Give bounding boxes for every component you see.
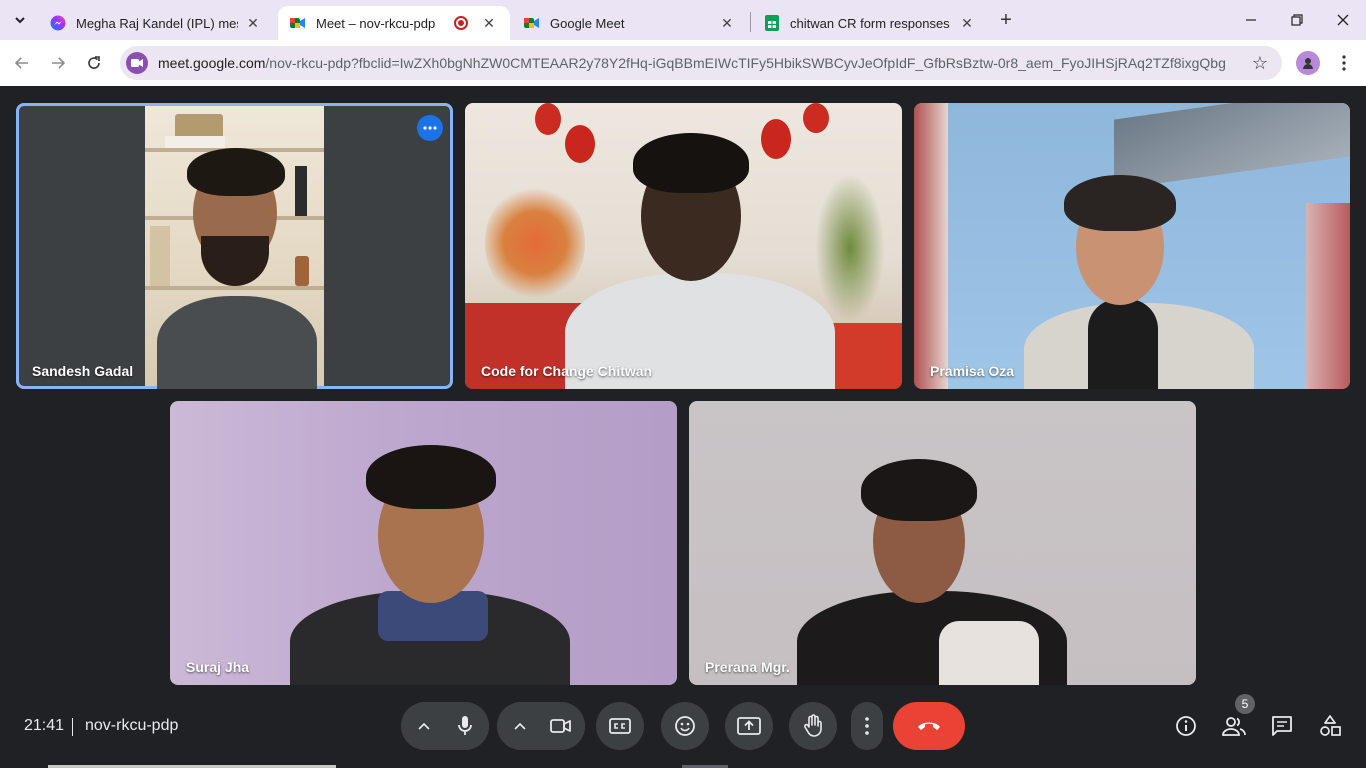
tab-title: Google Meet <box>550 15 625 31</box>
chevron-up-icon <box>514 722 526 730</box>
tab-title: Megha Raj Kandel (IPL) messag <box>76 15 238 31</box>
present-screen-icon <box>737 717 761 735</box>
video-options-button[interactable] <box>511 717 529 735</box>
reload-button[interactable] <box>80 49 108 77</box>
tab-meet-active[interactable]: Meet – nov-rkcu-pdp ✕ <box>278 6 510 40</box>
participant-figure <box>145 106 324 389</box>
tab-search-button[interactable] <box>6 6 34 34</box>
close-tab-icon[interactable]: ✕ <box>244 14 262 32</box>
more-options-button[interactable] <box>851 702 883 750</box>
participant-figure <box>170 401 677 685</box>
profile-avatar[interactable] <box>1296 51 1320 75</box>
participant-figure <box>689 401 1196 685</box>
meet-control-bar: 21:41 nov-rkcu-pdp 5 <box>0 686 1366 768</box>
participant-name: Sandesh Gadal <box>32 363 134 379</box>
url-host: meet.google.com <box>158 55 266 71</box>
tab-google-meet[interactable]: Google Meet ✕ <box>512 6 748 40</box>
tab-separator <box>750 12 751 32</box>
restore-icon <box>1291 14 1303 26</box>
participant-name: Pramisa Oza <box>930 363 1015 379</box>
close-tab-icon[interactable]: ✕ <box>718 14 736 32</box>
tab-google-sheets[interactable]: chitwan CR form responses - Go ✕ <box>752 6 988 40</box>
info-icon <box>1176 716 1196 736</box>
address-bar[interactable]: meet.google.com/nov-rkcu-pdp?fbclid=IwZX… <box>120 46 1282 80</box>
chevron-up-icon <box>418 722 430 730</box>
google-meet-icon <box>524 15 540 31</box>
forward-button[interactable] <box>44 49 72 77</box>
participant-tile-code-for-change[interactable]: Code for Change Chitwan <box>465 103 902 389</box>
reload-icon <box>88 56 100 69</box>
hang-up-phone-icon <box>918 722 940 730</box>
tab-title: chitwan CR form responses - Go <box>790 15 952 31</box>
url-path: /nov-rkcu-pdp?fbclid=IwZXh0bgNhZW0CMTEAA… <box>265 55 1226 71</box>
participant-name: Prerana Mgr. <box>705 659 790 675</box>
close-tab-icon[interactable]: ✕ <box>958 14 976 32</box>
raise-hand-button[interactable] <box>789 702 837 750</box>
shapes-icon <box>1320 715 1341 736</box>
hand-icon <box>804 714 822 737</box>
bookmark-star-icon[interactable]: ☆ <box>1250 53 1270 73</box>
present-screen-button[interactable] <box>725 702 773 750</box>
google-meet-icon <box>290 15 306 31</box>
close-window-button[interactable] <box>1320 0 1366 40</box>
microphone-icon <box>458 716 472 735</box>
google-meet-site-icon[interactable] <box>126 52 148 74</box>
meeting-clock: 21:41 <box>24 717 65 734</box>
chat-button[interactable] <box>1270 714 1294 738</box>
captions-button[interactable] <box>596 702 644 750</box>
browser-toolbar: meet.google.com/nov-rkcu-pdp?fbclid=IwZX… <box>0 40 1366 86</box>
meeting-code: nov-rkcu-pdp <box>85 717 179 734</box>
camera-button[interactable] <box>537 702 585 750</box>
new-tab-button[interactable]: + <box>994 8 1018 32</box>
google-sheets-icon <box>764 15 780 31</box>
divider <box>72 718 73 736</box>
back-button[interactable] <box>8 49 36 77</box>
audio-options-button[interactable] <box>415 717 433 735</box>
participant-more-options-button[interactable] <box>417 115 443 141</box>
messenger-icon <box>50 15 66 31</box>
browser-menu-icon[interactable] <box>1332 51 1356 75</box>
closed-captions-icon <box>609 718 631 734</box>
video-camera-icon <box>550 719 571 733</box>
chevron-down-icon <box>15 17 25 24</box>
emoji-icon <box>675 716 695 736</box>
url-text[interactable]: meet.google.com/nov-rkcu-pdp?fbclid=IwZX… <box>158 55 1238 71</box>
participant-tile-suraj[interactable]: Suraj Jha <box>170 401 677 685</box>
arrow-right-icon <box>52 57 66 69</box>
participant-tile-prerana[interactable]: Prerana Mgr. <box>689 401 1196 685</box>
chat-icon <box>1272 716 1292 736</box>
minimize-icon <box>1246 19 1256 21</box>
close-tab-icon[interactable]: ✕ <box>480 14 498 32</box>
close-icon <box>1337 14 1349 26</box>
person-icon <box>1303 58 1313 69</box>
participant-name: Code for Change Chitwan <box>481 363 653 379</box>
participant-tile-sandesh[interactable]: Sandesh Gadal <box>16 103 453 389</box>
tab-messenger[interactable]: Megha Raj Kandel (IPL) messag ✕ <box>38 6 274 40</box>
minimize-button[interactable] <box>1228 0 1274 40</box>
browser-tab-bar: Megha Raj Kandel (IPL) messag ✕ Meet – n… <box>0 0 1366 40</box>
arrow-left-icon <box>14 57 28 69</box>
microphone-button[interactable] <box>441 702 489 750</box>
participant-figure <box>465 103 902 389</box>
reactions-button[interactable] <box>661 702 709 750</box>
more-vertical-icon <box>865 717 869 735</box>
activities-button[interactable] <box>1318 714 1342 738</box>
leave-call-button[interactable] <box>893 702 965 750</box>
restore-button[interactable] <box>1274 0 1320 40</box>
participant-tile-pramisa[interactable]: Pramisa Oza <box>914 103 1350 389</box>
video-feed <box>145 106 324 389</box>
participant-name: Suraj Jha <box>186 659 250 675</box>
recording-icon <box>454 16 468 30</box>
participant-figure <box>914 103 1350 389</box>
tab-title: Meet – nov-rkcu-pdp <box>316 15 436 31</box>
people-button[interactable] <box>1222 714 1246 738</box>
people-icon <box>1222 717 1246 736</box>
more-horizontal-icon <box>423 126 437 130</box>
meet-stage: Sandesh Gadal Code for Change Chitwan Pr… <box>0 86 1366 768</box>
people-count-badge: 5 <box>1235 694 1255 714</box>
meeting-details-button[interactable] <box>1174 714 1198 738</box>
